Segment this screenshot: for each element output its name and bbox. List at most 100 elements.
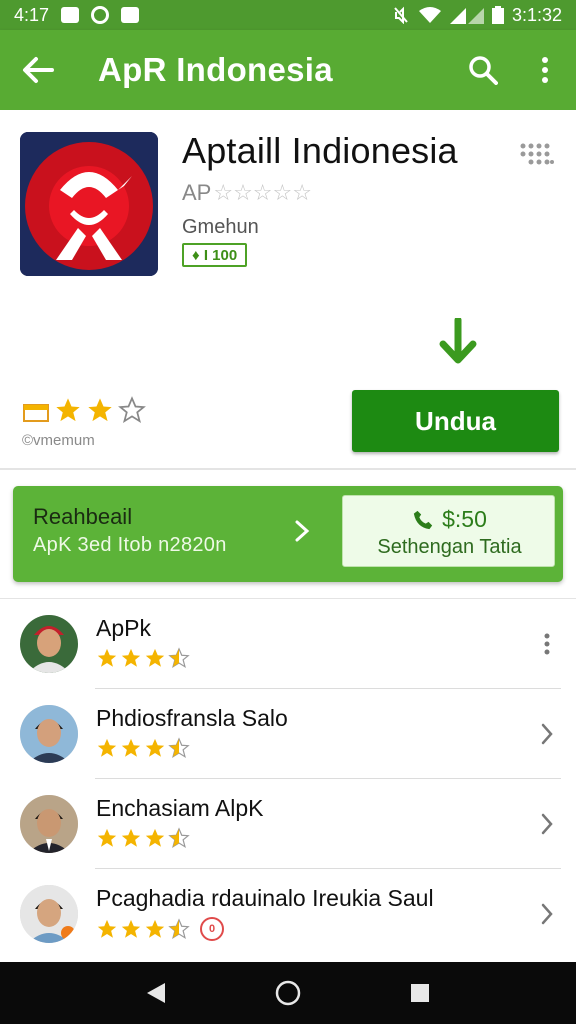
person-avatar-icon [20,795,78,853]
chevron-right-icon [541,723,553,745]
item-title: ApPk [96,615,151,641]
status-bar: 4:17 3:1:32 [0,0,576,30]
more-vert-icon [544,633,550,655]
gift-icon [23,404,49,422]
star-half-icon [168,918,190,939]
back-arrow-icon [23,57,54,83]
avatar [20,795,78,853]
signal-icon [449,8,484,24]
offer-price-row: $:50 [343,506,556,533]
nav-recents-button[interactable] [400,973,440,1013]
item-chevron-button[interactable] [536,809,558,839]
back-button[interactable] [0,30,76,110]
status-right: 3:1:32 [392,5,562,26]
star-half-icon [168,647,190,668]
battery-icon [491,6,504,24]
offer-card[interactable]: $:50 Sethengan Tatia [342,495,555,567]
star-icon [145,919,165,938]
item-rating [96,737,190,759]
chevron-right-icon [541,813,553,835]
app-list: ApPk Phdiosfransla Salo Enchasiam AlpK P… [0,598,576,962]
system-nav-bar [0,962,576,1024]
notification-icon [121,7,140,23]
star-icon [121,919,141,938]
offer-label: Sethengan Tatia [377,536,522,558]
item-chevron-button[interactable] [536,719,558,749]
rating-badge: ♦ I 100 [182,243,248,267]
person-avatar-icon [20,615,78,673]
star-icon [56,398,80,422]
mute-icon [394,6,408,24]
item-chevron-button[interactable] [536,899,558,929]
star-icon [97,919,117,938]
offer-price: $:50 [442,506,487,532]
item-title: Enchasiam AlpK [96,795,264,821]
more-vert-icon [542,57,548,83]
download-arrow-icon [439,318,477,364]
promo-subtitle: ApK 3ed Itob n2820n [33,534,227,556]
promo-banner[interactable]: Reahbeail ApK 3ed Itob n2820n $:50 Sethe… [13,486,563,582]
star-icon [145,648,165,667]
avatar [20,705,78,763]
status-clock: 3:1:32 [511,4,562,25]
item-title: Pcaghadia rdauinalo Ireukia Saul [96,885,434,911]
nav-back-button[interactable] [136,973,176,1013]
item-rating: 0 [96,917,224,941]
search-icon [469,56,498,85]
app-bar-actions [452,30,576,110]
list-item[interactable]: Pcaghadia rdauinalo Ireukia Saul 0 [0,869,576,959]
developer-name[interactable]: AP [182,180,211,206]
chevron-right-icon [541,903,553,925]
app-name: Aptaill Indionesia [182,130,458,171]
overflow-menu-button[interactable] [514,30,576,110]
rating-row [22,396,146,424]
person-avatar-icon [20,885,78,943]
list-item[interactable]: Enchasiam AlpK [0,779,576,869]
star-icon [145,738,165,757]
promo-title: Reahbeail [33,504,133,529]
app-bar-title: ApR Indonesia [98,51,333,88]
star-icon [121,828,141,847]
person-avatar-icon [20,705,78,763]
search-button[interactable] [452,30,514,110]
rating-caption: ©vmemum [22,432,95,449]
status-time: 4:17 [14,4,50,25]
item-rating [96,827,190,849]
star-icon [97,828,117,847]
status-left: 4:17 [14,4,140,26]
phone-icon [413,510,433,529]
avatar [20,615,78,673]
star-icon [145,828,165,847]
grid-dots-icon[interactable] [520,142,554,166]
list-item[interactable]: ApPk [0,599,576,689]
star-icon [88,398,112,422]
star-outline-icon [118,396,146,423]
circle-icon [91,6,110,24]
home-circle-icon [275,980,301,1006]
chevron-right-icon [295,520,310,542]
developer-row: AP ☆☆☆☆☆ [182,180,312,206]
back-triangle-icon [147,983,165,1003]
app-logo-icon [20,132,158,276]
developer-stars: ☆☆☆☆☆ [213,180,312,205]
item-more-button[interactable] [536,629,558,659]
star-icon [121,738,141,757]
star-half-icon [168,827,190,848]
avatar [20,885,78,943]
star-icon [97,738,117,757]
star-icon [121,648,141,667]
recents-square-icon [411,984,429,1002]
item-title: Phdiosfransla Salo [96,705,288,731]
info-badge: 0 [200,917,224,941]
photo-icon [61,7,80,23]
list-item[interactable]: Phdiosfransla Salo [0,689,576,779]
app-header-card: Aptaill Indionesia AP ☆☆☆☆☆ Gmehun ♦ I 1… [0,110,576,470]
install-button[interactable]: Undua [352,390,559,452]
item-rating [96,647,190,669]
star-half-icon [168,737,190,758]
star-icon [97,648,117,667]
category-label[interactable]: Gmehun [182,216,259,239]
nav-home-button[interactable] [268,973,308,1013]
wifi-icon [418,7,441,23]
app-icon[interactable] [20,132,158,276]
